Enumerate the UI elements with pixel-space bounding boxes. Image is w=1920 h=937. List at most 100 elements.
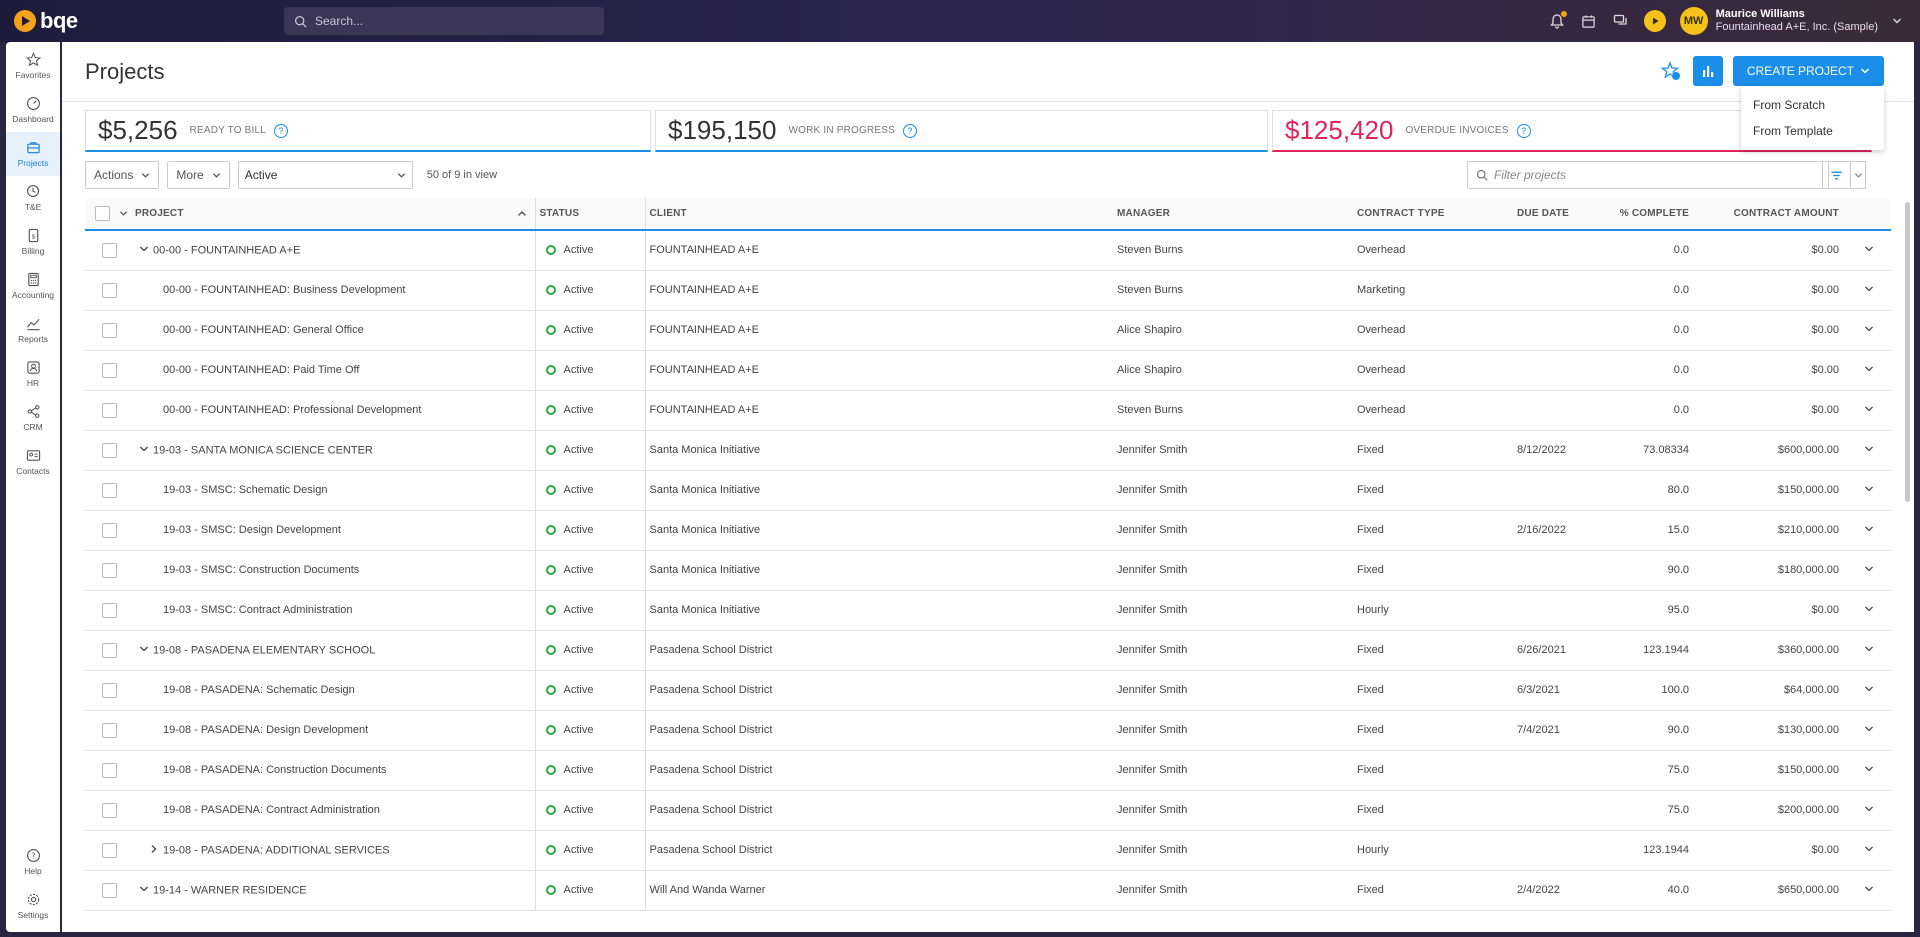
project-cell[interactable]: 00-00 - FOUNTAINHEAD: Paid Time Off	[135, 350, 535, 391]
search-input[interactable]	[315, 14, 595, 28]
row-checkbox[interactable]	[102, 842, 117, 858]
table-row[interactable]: 19-08 - PASADENA: Construction Documents…	[85, 750, 1891, 791]
project-name[interactable]: 19-08 - PASADENA: Schematic Design	[163, 684, 355, 696]
bqe-logo[interactable]: bqe	[14, 8, 254, 34]
table-row[interactable]: 19-08 - PASADENA: Design Development Acti…	[85, 710, 1891, 751]
project-name[interactable]: 19-03 - SMSC: Construction Documents	[163, 564, 359, 576]
create-project-button[interactable]: CREATE PROJECT	[1732, 56, 1884, 86]
project-cell[interactable]: 19-03 - SANTA MONICA SCIENCE CENTER	[135, 430, 535, 471]
table-row[interactable]: 19-08 - PASADENA: Schematic Design Active…	[85, 670, 1891, 711]
row-checkbox[interactable]	[102, 802, 117, 818]
project-name[interactable]: 19-08 - PASADENA: Contract Administratio…	[163, 804, 380, 816]
expand-chevron-down-icon[interactable]	[139, 444, 153, 457]
project-cell[interactable]: 00-00 - FOUNTAINHEAD: Business Developme…	[135, 270, 535, 311]
chevron-down-icon[interactable]	[119, 209, 128, 218]
row-expand-chevron-down-icon[interactable]	[1864, 525, 1874, 537]
filter-projects[interactable]	[1467, 161, 1829, 189]
table-row[interactable]: 00-00 - FOUNTAINHEAD: Professional Devel…	[85, 390, 1891, 431]
help-icon[interactable]: ?	[1516, 123, 1531, 138]
row-expand-chevron-down-icon[interactable]	[1864, 365, 1874, 377]
row-checkbox[interactable]	[102, 322, 117, 338]
menu-item-from-template[interactable]: From Template	[1741, 118, 1884, 144]
expand-chevron-down-icon[interactable]	[139, 644, 153, 657]
filter-projects-input[interactable]	[1494, 168, 1814, 182]
user-menu[interactable]: Maurice Williams Fountainhead A+E, Inc. …	[1716, 8, 1878, 34]
row-checkbox[interactable]	[102, 882, 117, 898]
sidebar-item-help[interactable]: ? Help	[6, 840, 60, 884]
sidebar-item-projects[interactable]: Projects	[6, 132, 60, 176]
kpi-ready-to-bill[interactable]: $5,256 READY TO BILL ?	[85, 110, 651, 152]
project-name[interactable]: 19-08 - PASADENA: Design Development	[163, 724, 368, 736]
select-all-header[interactable]	[85, 198, 135, 231]
chat-icon[interactable]	[1612, 12, 1630, 30]
row-checkbox[interactable]	[102, 762, 117, 778]
expand-chevron-down-icon[interactable]	[139, 244, 153, 257]
sidebar-item-favorites[interactable]: Favorites	[6, 44, 60, 88]
calendar-icon[interactable]	[1580, 12, 1598, 30]
table-row[interactable]: 19-14 - WARNER RESIDENCE Active Will And W…	[85, 870, 1891, 911]
row-expand-chevron-down-icon[interactable]	[1864, 805, 1874, 817]
sort-ascending-icon[interactable]	[517, 209, 527, 219]
row-expand-chevron-down-icon[interactable]	[1864, 445, 1874, 457]
sidebar-item-hr[interactable]: HR	[6, 352, 60, 396]
status-filter-select[interactable]: Active	[237, 161, 413, 189]
project-name[interactable]: 00-00 - FOUNTAINHEAD: General Office	[163, 324, 364, 336]
column-header-project[interactable]: PROJECT	[135, 198, 535, 231]
project-cell[interactable]: 19-03 - SMSC: Schematic Design	[135, 470, 535, 511]
table-row[interactable]: 00-00 - FOUNTAINHEAD: General Office Acti…	[85, 310, 1891, 351]
row-checkbox[interactable]	[102, 522, 117, 538]
kpi-work-in-progress[interactable]: $195,150 WORK IN PROGRESS ?	[655, 110, 1268, 152]
project-cell[interactable]: 19-08 - PASADENA: Construction Documents	[135, 750, 535, 791]
project-name[interactable]: 19-03 - SMSC: Schematic Design	[163, 484, 327, 496]
table-row[interactable]: 19-08 - PASADENA: Contract Administratio…	[85, 790, 1891, 831]
row-checkbox[interactable]	[102, 402, 117, 418]
project-name[interactable]: 19-14 - WARNER RESIDENCE	[153, 884, 307, 896]
more-button[interactable]: More	[167, 161, 230, 189]
row-expand-chevron-down-icon[interactable]	[1864, 645, 1874, 657]
row-checkbox[interactable]	[102, 482, 117, 498]
table-row[interactable]: 19-03 - SMSC: Design Development Active Sa…	[85, 510, 1891, 551]
table-row[interactable]: 00-00 - FOUNTAINHEAD: Paid Time Off Activ…	[85, 350, 1891, 391]
actions-button[interactable]: Actions	[85, 161, 160, 189]
project-cell[interactable]: 00-00 - FOUNTAINHEAD: Professional Devel…	[135, 390, 535, 431]
row-checkbox[interactable]	[102, 442, 117, 458]
vertical-scrollbar[interactable]	[1905, 202, 1910, 502]
row-checkbox[interactable]	[102, 642, 117, 658]
project-name[interactable]: 19-08 - PASADENA: Construction Documents	[163, 764, 387, 776]
project-cell[interactable]: 19-08 - PASADENA: Contract Administratio…	[135, 790, 535, 831]
sidebar-item-crm[interactable]: CRM	[6, 396, 60, 440]
row-checkbox[interactable]	[102, 722, 117, 738]
row-expand-chevron-down-icon[interactable]	[1864, 845, 1874, 857]
menu-item-from-scratch[interactable]: From Scratch	[1741, 92, 1884, 118]
project-name[interactable]: 19-08 - PASADENA ELEMENTARY SCHOOL	[153, 644, 375, 656]
sidebar-item-reports[interactable]: Reports	[6, 308, 60, 352]
favorite-star-button[interactable]	[1659, 59, 1683, 83]
analytics-button[interactable]	[1692, 56, 1723, 86]
project-name[interactable]: 00-00 - FOUNTAINHEAD: Business Developme…	[163, 284, 406, 296]
sidebar-item-accounting[interactable]: Accounting	[6, 264, 60, 308]
project-name[interactable]: 19-08 - PASADENA: ADDITIONAL SERVICES	[163, 844, 390, 856]
project-cell[interactable]: 19-14 - WARNER RESIDENCE	[135, 870, 535, 911]
row-expand-chevron-down-icon[interactable]	[1864, 725, 1874, 737]
row-checkbox[interactable]	[102, 562, 117, 578]
table-row[interactable]: 19-08 - PASADENA: ADDITIONAL SERVICES Act…	[85, 830, 1891, 871]
table-row[interactable]: 19-03 - SMSC: Schematic Design Active Sant…	[85, 470, 1891, 511]
row-expand-chevron-down-icon[interactable]	[1864, 285, 1874, 297]
filter-icon[interactable]	[1823, 162, 1851, 188]
expand-chevron-down-icon[interactable]	[139, 884, 153, 897]
timer-play-icon[interactable]	[1643, 10, 1666, 32]
sidebar-item-dashboard[interactable]: Dashboard	[6, 88, 60, 132]
select-all-checkbox[interactable]	[95, 206, 110, 221]
table-row[interactable]: 00-00 - FOUNTAINHEAD: Business Developme…	[85, 270, 1891, 311]
column-header-contract-type[interactable]: CONTRACT TYPE	[1357, 198, 1517, 231]
advanced-filter-button[interactable]	[1822, 161, 1866, 189]
expand-chevron-right-icon[interactable]	[149, 844, 163, 857]
row-expand-chevron-down-icon[interactable]	[1864, 765, 1874, 777]
project-cell[interactable]: 19-03 - SMSC: Contract Administration	[135, 590, 535, 631]
sidebar-item-billing[interactable]: $ Billing	[6, 220, 60, 264]
column-header-manager[interactable]: MANAGER	[1117, 198, 1357, 231]
column-header-status[interactable]: STATUS	[534, 198, 645, 231]
row-expand-chevron-down-icon[interactable]	[1864, 685, 1874, 697]
row-expand-chevron-down-icon[interactable]	[1864, 565, 1874, 577]
row-expand-chevron-down-icon[interactable]	[1864, 485, 1874, 497]
